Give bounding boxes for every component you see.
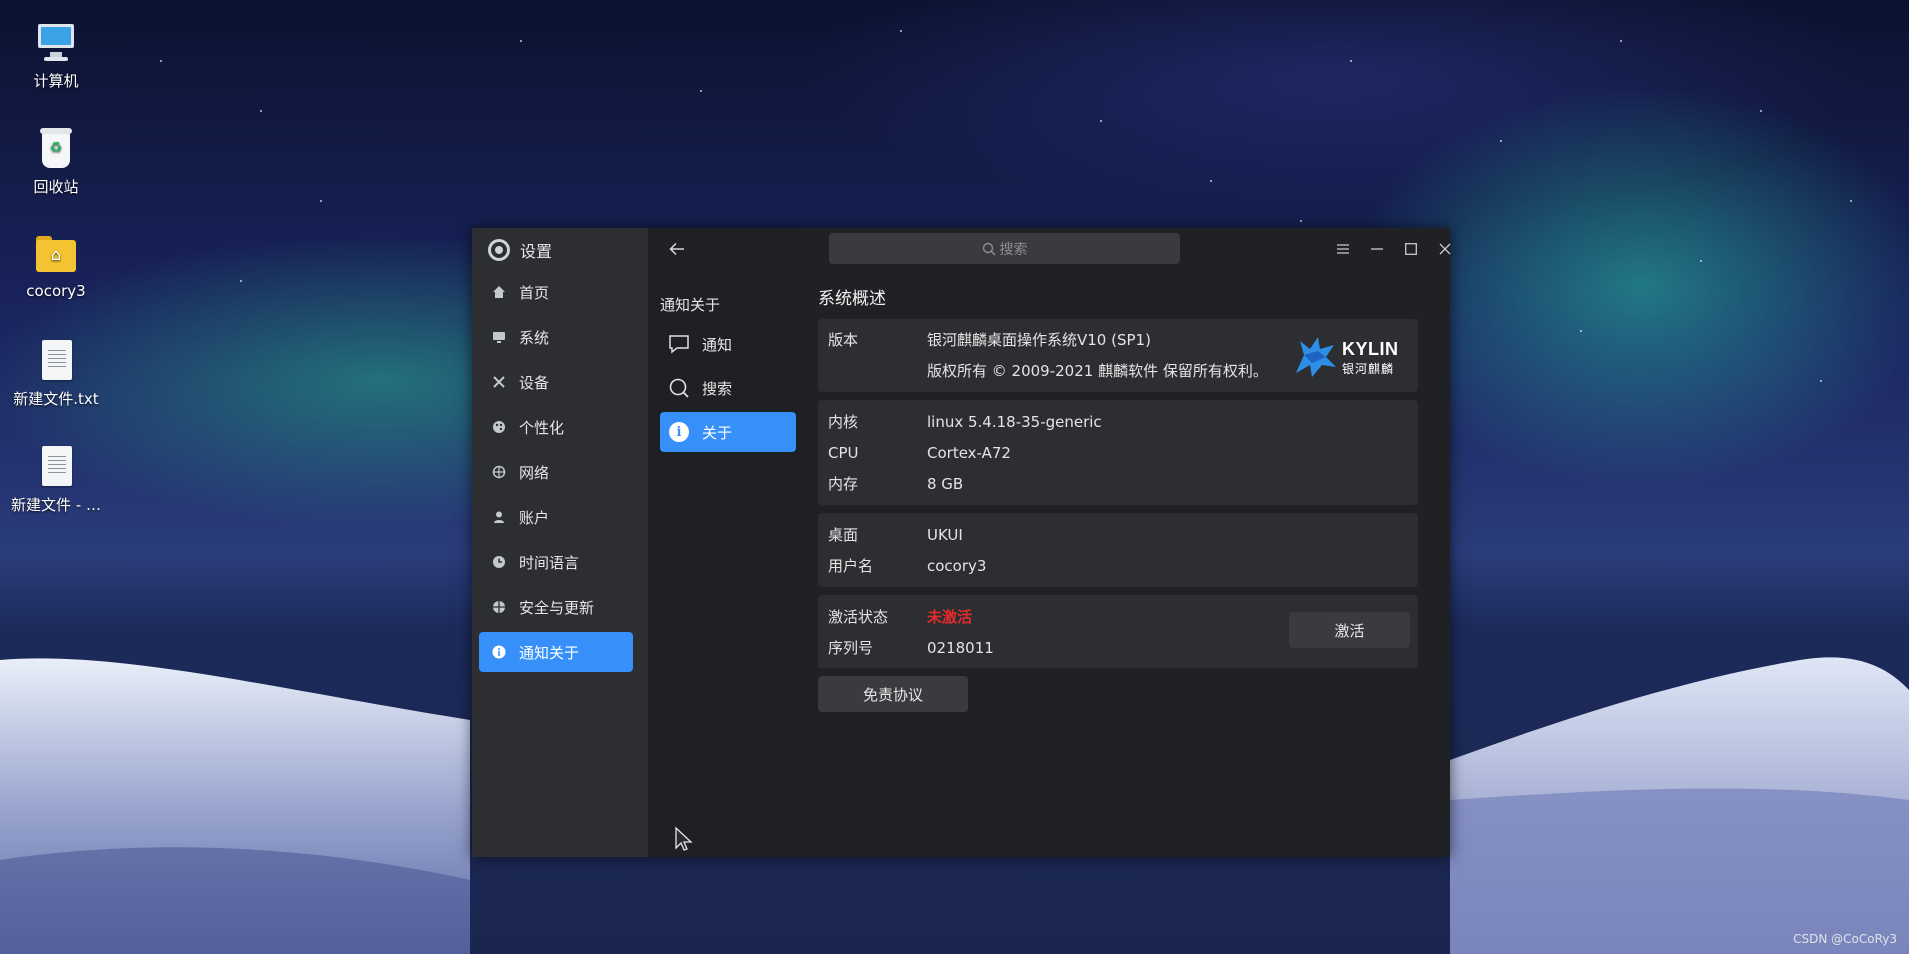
subpanel-heading: 通知关于 [660,296,721,314]
nav-item-time-language[interactable]: 时间语言 [479,542,633,582]
maximize-icon[interactable] [1396,234,1426,264]
menu-icon[interactable] [1328,234,1358,264]
activation-status-value: 未激活 [927,608,973,626]
back-arrow-icon[interactable] [662,234,692,264]
desktop-info-card: 桌面 UKUI 用户名 cocory3 [818,513,1418,587]
desktop-icon-computer[interactable]: 计算机 [8,20,104,91]
window-title: 设置 [520,242,553,261]
activation-card: 激活状态 未激活 序列号 0218011 激活 [818,595,1418,668]
serial-value: 0218011 [927,638,994,657]
tools-icon [491,374,507,390]
nav-item-system[interactable]: 系统 [479,317,633,357]
memory-value: 8 GB [927,474,964,493]
version-value: 银河麒麟桌面操作系统V10 (SP1) [927,331,1151,349]
user-icon [491,509,507,525]
minimize-icon[interactable] [1362,234,1392,264]
cpu-key: CPU [828,443,859,462]
nav-list: 首页 系统 设备 个性化 网络 账户 时间语言 安全与更新 通知关于 [479,272,633,677]
search-input[interactable]: 搜索 [829,233,1180,264]
serial-key: 序列号 [828,639,874,657]
nav-item-devices[interactable]: 设备 [479,362,633,402]
palette-icon [491,419,507,435]
search-icon [982,242,996,256]
text-file-icon [34,338,78,382]
version-card: 版本 银河麒麟桌面操作系统V10 (SP1) 版权所有 © 2009-2021 … [818,319,1418,392]
desktop-icon-label: 新建文件.txt [13,390,99,408]
nav-item-notify-about[interactable]: 通知关于 [479,632,633,672]
search-placeholder: 搜索 [999,241,1028,258]
close-icon[interactable] [1430,234,1460,264]
desktop-icon-label: 计算机 [33,72,79,90]
nav-item-label: 通知关于 [519,643,580,662]
search-icon [668,377,690,399]
subpanel-item-notify[interactable]: 通知 [660,324,796,364]
desktop-key: 桌面 [828,526,859,544]
monitor-icon [491,329,507,345]
sidebar: 设置 首页 系统 设备 个性化 网络 账户 时间语言 安全与更新 通知关于 [472,228,648,857]
settings-gear-icon [488,239,510,261]
watermark: CSDN @CoCoRy3 [1793,932,1897,946]
nav-item-label: 设备 [519,373,550,392]
kylin-logo-cn: 银河麒麟 [1342,362,1395,376]
kylin-logo: KYLIN 银河麒麟 [1292,333,1404,377]
nav-item-personalize[interactable]: 个性化 [479,407,633,447]
nav-item-network[interactable]: 网络 [479,452,633,492]
version-key: 版本 [828,331,859,349]
nav-item-label: 网络 [519,463,550,482]
chat-icon [668,333,690,355]
kernel-key: 内核 [828,413,859,431]
cpu-value: Cortex-A72 [927,443,1011,462]
kylin-mascot-icon [1296,337,1336,377]
hardware-card: 内核 linux 5.4.18-35-generic CPU Cortex-A7… [818,400,1418,505]
desktop-value: UKUI [927,525,963,544]
desktop-icon-label: 新建文件 - … [11,496,101,514]
shield-icon [491,599,507,615]
nav-item-account[interactable]: 账户 [479,497,633,537]
desktop-icon-trash[interactable]: ♻ 回收站 [8,126,104,197]
memory-key: 内存 [828,475,859,493]
nav-item-label: 个性化 [519,418,565,437]
nav-item-security-update[interactable]: 安全与更新 [479,587,633,627]
desktop-icon-home[interactable]: ⌂ cocory3 [8,232,104,300]
activate-button[interactable]: 激活 [1289,612,1410,648]
subpanel-item-label: 关于 [702,423,733,442]
desktop-icon-label: 回收站 [33,178,79,196]
trash-icon: ♻ [34,126,78,170]
mouse-cursor-icon [675,826,693,851]
subpanel-list: 通知 搜索 i 关于 [660,324,796,456]
subpanel-item-about[interactable]: i 关于 [660,412,796,452]
nav-item-label: 账户 [519,508,550,527]
section-title: 系统概述 [818,289,886,309]
subpanel-item-label: 搜索 [702,379,733,398]
globe-icon [491,464,507,480]
info-icon [491,644,507,660]
desktop-icon-txt-file[interactable]: 新建文件.txt [8,338,104,409]
copyright-text: 版权所有 © 2009-2021 麒麟软件 保留所有权利。 [927,362,1268,380]
subpanel-item-search[interactable]: 搜索 [660,368,796,408]
nav-item-label: 安全与更新 [519,598,595,617]
computer-icon [34,20,78,64]
kylin-logo-word: KYLIN [1342,339,1399,359]
info-icon: i [668,421,690,443]
home-folder-icon: ⌂ [34,232,78,276]
nav-item-home[interactable]: 首页 [479,272,633,312]
app-title: 设置 [488,238,552,262]
nav-item-label: 系统 [519,328,550,347]
home-icon [491,284,507,300]
nav-item-label: 时间语言 [519,553,580,572]
activation-status-key: 激活状态 [828,608,889,626]
nav-item-label: 首页 [519,283,550,302]
kernel-value: linux 5.4.18-35-generic [927,412,1102,431]
text-file-icon [34,444,78,488]
desktop-icon-file[interactable]: 新建文件 - … [8,444,104,515]
clock-icon [491,554,507,570]
subpanel: 通知关于 通知 搜索 i 关于 [648,228,800,857]
about-content: 系统概述 版本 银河麒麟桌面操作系统V10 (SP1) 版权所有 © 2009-… [818,284,1418,712]
desktop-icon-label: cocory3 [26,282,86,300]
settings-window: 设置 首页 系统 设备 个性化 网络 账户 时间语言 安全与更新 通知关于 通知… [472,228,1451,857]
username-value: cocory3 [927,556,987,575]
disclaimer-button[interactable]: 免责协议 [818,676,968,712]
username-key: 用户名 [828,557,874,575]
subpanel-item-label: 通知 [702,335,733,354]
